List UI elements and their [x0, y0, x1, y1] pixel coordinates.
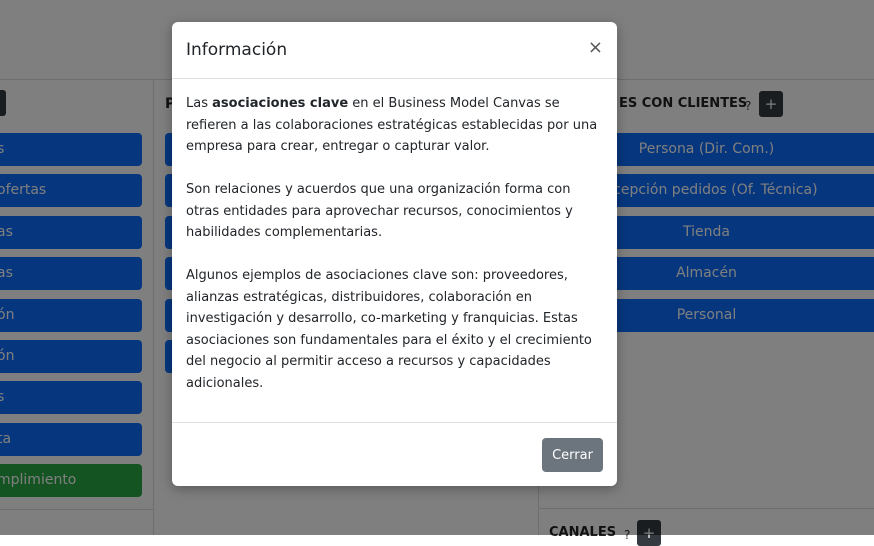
p1-bold-term: asociaciones clave — [212, 96, 349, 111]
modal-body: Las asociaciones clave en el Business Mo… — [186, 93, 604, 416]
modal-title: Información — [186, 40, 288, 60]
p1-prefix: Las — [186, 96, 213, 111]
modal-paragraph-1: Las asociaciones clave en el Business Mo… — [186, 93, 604, 158]
modal-paragraph-2: Son relaciones y acuerdos que una organi… — [186, 182, 573, 240]
close-button[interactable]: Cerrar — [542, 438, 603, 472]
modal-paragraph-3: Algunos ejemplos de asociaciones clave s… — [186, 268, 592, 391]
close-icon[interactable]: × — [588, 38, 603, 58]
info-modal: Información × Las asociaciones clave en … — [172, 22, 617, 486]
modal-footer: Cerrar — [172, 422, 617, 487]
modal-header: Información × — [172, 22, 617, 79]
